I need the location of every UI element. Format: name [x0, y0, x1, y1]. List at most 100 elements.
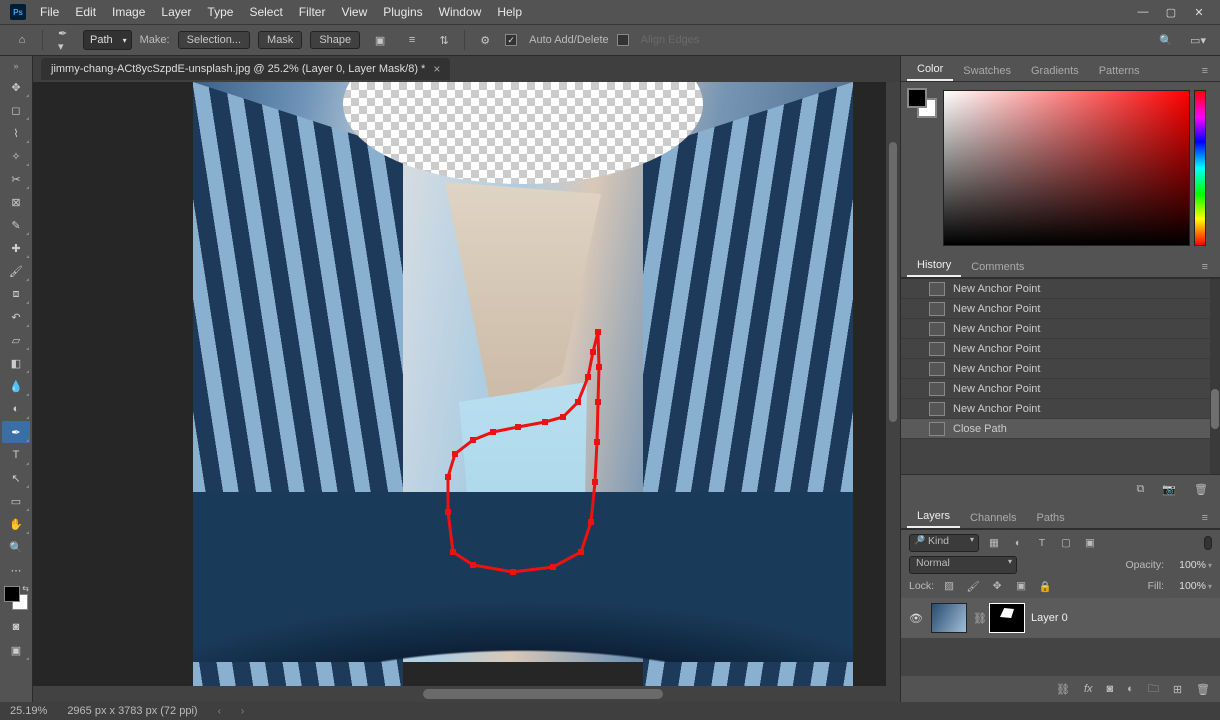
- magic-wand-tool[interactable]: ✧: [2, 145, 30, 167]
- toolbox-collapse-icon[interactable]: »: [9, 60, 24, 72]
- tab-layers[interactable]: Layers: [907, 506, 960, 528]
- path-select-tool[interactable]: ↖: [2, 467, 30, 489]
- history-list[interactable]: New Anchor Point New Anchor Point New An…: [901, 278, 1220, 475]
- new-group-icon[interactable]: 🗀: [1148, 680, 1159, 699]
- history-item[interactable]: New Anchor Point: [901, 339, 1220, 359]
- tab-swatches[interactable]: Swatches: [953, 61, 1021, 81]
- menu-select[interactable]: Select: [241, 3, 290, 21]
- eraser-tool[interactable]: ▱: [2, 329, 30, 351]
- color-panel-menu-icon[interactable]: ≡: [1196, 61, 1214, 81]
- history-panel-menu-icon[interactable]: ≡: [1196, 257, 1214, 277]
- menu-filter[interactable]: Filter: [291, 3, 334, 21]
- history-item-selected[interactable]: Close Path: [901, 419, 1220, 439]
- path-arrange-button[interactable]: ⇅: [432, 30, 456, 50]
- hue-slider[interactable]: [1194, 90, 1206, 246]
- mask-link-icon[interactable]: ⛓: [973, 612, 983, 625]
- history-scrollbar[interactable]: [1210, 279, 1220, 474]
- lock-position-icon[interactable]: ✥: [988, 578, 1006, 594]
- menu-layer[interactable]: Layer: [153, 3, 199, 21]
- tab-channels[interactable]: Channels: [960, 508, 1026, 528]
- layer-thumbnail[interactable]: [931, 603, 967, 633]
- minimize-button[interactable]: —: [1136, 5, 1150, 19]
- history-item[interactable]: New Anchor Point: [901, 399, 1220, 419]
- opacity-input[interactable]: [1170, 559, 1206, 572]
- layers-panel-menu-icon[interactable]: ≡: [1196, 508, 1214, 528]
- document-canvas[interactable]: [193, 82, 853, 662]
- eyedropper-tool[interactable]: ✎: [2, 214, 30, 236]
- marquee-tool[interactable]: ◻: [2, 99, 30, 121]
- brush-tool[interactable]: 🖌: [2, 260, 30, 282]
- horizontal-scrollbar[interactable]: [33, 686, 900, 702]
- lock-all-icon[interactable]: 🔒: [1036, 578, 1054, 594]
- foreground-background-swatch[interactable]: ⇆: [4, 586, 28, 610]
- status-nav-left-icon[interactable]: ‹: [218, 706, 221, 717]
- filter-adjust-icon[interactable]: ◐: [1009, 535, 1027, 551]
- healing-tool[interactable]: ✚: [2, 237, 30, 259]
- filter-smart-icon[interactable]: ▣: [1081, 535, 1099, 551]
- lock-paint-icon[interactable]: 🖌: [964, 578, 982, 594]
- filter-pixel-icon[interactable]: ▦: [985, 535, 1003, 551]
- document-dimensions[interactable]: 2965 px x 3783 px (72 ppi): [67, 705, 197, 717]
- quick-mask-button[interactable]: ◙: [2, 616, 30, 638]
- history-item[interactable]: New Anchor Point: [901, 319, 1220, 339]
- layer-row[interactable]: 👁 ⛓ Layer 0: [901, 598, 1220, 638]
- blur-tool[interactable]: 💧: [2, 375, 30, 397]
- make-mask-button[interactable]: Mask: [258, 31, 302, 49]
- tab-color[interactable]: Color: [907, 59, 953, 81]
- home-button[interactable]: ⌂: [10, 30, 34, 50]
- layer-list[interactable]: 👁 ⛓ Layer 0: [901, 598, 1220, 676]
- path-ops-button[interactable]: ▣: [368, 30, 392, 50]
- delete-layer-icon[interactable]: 🗑: [1196, 683, 1210, 696]
- hand-tool[interactable]: ✋: [2, 513, 30, 535]
- pen-mode-select[interactable]: Path: [83, 30, 132, 50]
- zoom-level[interactable]: 25.19%: [10, 705, 47, 717]
- menu-image[interactable]: Image: [104, 3, 153, 21]
- new-document-from-state-icon[interactable]: ⧉: [1136, 483, 1144, 496]
- canvas-area[interactable]: [33, 82, 900, 702]
- auto-add-delete-checkbox[interactable]: ✓: [505, 34, 517, 46]
- path-align-button[interactable]: ≡: [400, 30, 424, 50]
- lock-transparency-icon[interactable]: ▨: [940, 578, 958, 594]
- history-brush-tool[interactable]: ↶: [2, 306, 30, 328]
- shape-tool[interactable]: ▭: [2, 490, 30, 512]
- fill-input[interactable]: [1170, 580, 1206, 593]
- tab-comments[interactable]: Comments: [961, 257, 1034, 277]
- search-icon[interactable]: 🔍: [1154, 30, 1178, 50]
- tab-patterns[interactable]: Patterns: [1089, 61, 1150, 81]
- filter-toggle[interactable]: [1204, 536, 1212, 550]
- layer-filter-select[interactable]: Kind: [909, 534, 979, 552]
- type-tool[interactable]: T: [2, 444, 30, 466]
- history-item[interactable]: New Anchor Point: [901, 359, 1220, 379]
- dodge-tool[interactable]: ◐: [2, 398, 30, 420]
- menu-help[interactable]: Help: [489, 3, 530, 21]
- layer-fx-icon[interactable]: fx: [1084, 683, 1093, 695]
- screen-mode-button[interactable]: ▣: [2, 639, 30, 661]
- align-edges-checkbox[interactable]: .: [617, 34, 629, 46]
- filter-type-icon[interactable]: T: [1033, 535, 1051, 551]
- close-tab-icon[interactable]: ×: [433, 62, 440, 76]
- maximize-button[interactable]: ▢: [1164, 5, 1178, 19]
- layer-visibility-icon[interactable]: 👁: [909, 612, 925, 625]
- workspace-switcher-button[interactable]: ▭▾: [1186, 30, 1210, 50]
- menu-edit[interactable]: Edit: [67, 3, 104, 21]
- adjustment-layer-icon[interactable]: ◐: [1127, 683, 1134, 695]
- tab-gradients[interactable]: Gradients: [1021, 61, 1089, 81]
- crop-tool[interactable]: ✂: [2, 168, 30, 190]
- pen-tool[interactable]: ✒: [2, 421, 30, 443]
- menu-window[interactable]: Window: [431, 3, 490, 21]
- tool-preset-button[interactable]: ✒ ▾: [51, 30, 75, 50]
- history-item[interactable]: New Anchor Point: [901, 279, 1220, 299]
- layer-name[interactable]: Layer 0: [1031, 612, 1068, 624]
- vertical-scrollbar[interactable]: [886, 82, 900, 686]
- lasso-tool[interactable]: ⌇: [2, 122, 30, 144]
- color-panel-swatch[interactable]: [907, 88, 937, 118]
- make-selection-button[interactable]: Selection...: [178, 31, 250, 49]
- add-mask-icon[interactable]: ◙: [1107, 683, 1114, 695]
- tab-history[interactable]: History: [907, 255, 961, 277]
- menu-file[interactable]: File: [32, 3, 67, 21]
- color-field[interactable]: [943, 90, 1190, 246]
- fill-stepper[interactable]: ▾: [1208, 582, 1212, 591]
- history-item[interactable]: New Anchor Point: [901, 379, 1220, 399]
- new-layer-icon[interactable]: ⊞: [1173, 683, 1182, 696]
- menu-type[interactable]: Type: [199, 3, 241, 21]
